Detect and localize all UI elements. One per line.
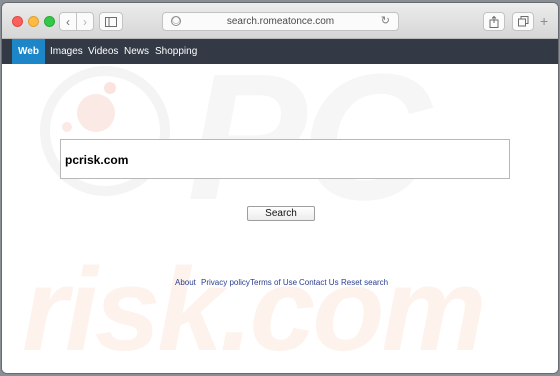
nav-tab-images[interactable]: Images [50, 39, 83, 64]
back-button[interactable]: ‹ [59, 12, 77, 31]
watermark-dot [62, 122, 72, 132]
search-input-value: pcrisk.com [65, 153, 129, 167]
footer-links: About Privacy policy Terms of Use Contac… [2, 278, 558, 292]
chevron-left-icon: ‹ [66, 14, 70, 29]
forward-button[interactable]: › [76, 12, 94, 31]
tabs-button[interactable] [512, 12, 534, 31]
plus-icon[interactable]: + [540, 14, 548, 28]
nav-tab-shopping[interactable]: Shopping [155, 39, 197, 64]
minimize-window-button[interactable] [28, 16, 39, 27]
url-text: search.romeatonce.com [226, 16, 335, 27]
search-input[interactable]: pcrisk.com [60, 139, 510, 179]
search-button[interactable]: Search [247, 206, 315, 221]
watermark-dot [77, 94, 115, 132]
tabs-icon [517, 16, 528, 27]
watermark-dot [104, 82, 116, 94]
watermark-text-risk: risk.com [22, 244, 486, 373]
zoom-window-button[interactable] [44, 16, 55, 27]
footer-link-about[interactable]: About [175, 278, 196, 287]
footer-link-privacy-policy[interactable]: Privacy policy [201, 278, 250, 287]
nav-tab-videos[interactable]: Videos [88, 39, 118, 64]
share-icon [489, 15, 499, 28]
page-content: PC risk.com pcrisk.com Search About Priv… [2, 64, 558, 373]
reload-icon[interactable]: ↻ [381, 14, 390, 27]
sidebar-button[interactable] [99, 12, 123, 31]
close-window-button[interactable] [12, 16, 23, 27]
search-category-nav: Web Images Videos News Shopping [2, 39, 558, 64]
nav-tab-web[interactable]: Web [12, 39, 45, 64]
browser-window: ‹ › ◯ search.romeatonce.com ↻ + Web Imag… [2, 3, 558, 373]
share-button[interactable] [483, 12, 505, 31]
footer-link-reset-search[interactable]: Reset search [341, 278, 388, 287]
nav-tab-news[interactable]: News [124, 39, 149, 64]
chevron-right-icon: › [83, 14, 87, 29]
title-bar: ‹ › ◯ search.romeatonce.com ↻ + [2, 3, 558, 39]
address-bar[interactable]: ◯ search.romeatonce.com ↻ [162, 12, 399, 31]
sidebar-icon [105, 16, 117, 27]
footer-link-terms-of-use[interactable]: Terms of Use [250, 278, 297, 287]
footer-link-contact-us[interactable]: Contact Us [299, 278, 339, 287]
